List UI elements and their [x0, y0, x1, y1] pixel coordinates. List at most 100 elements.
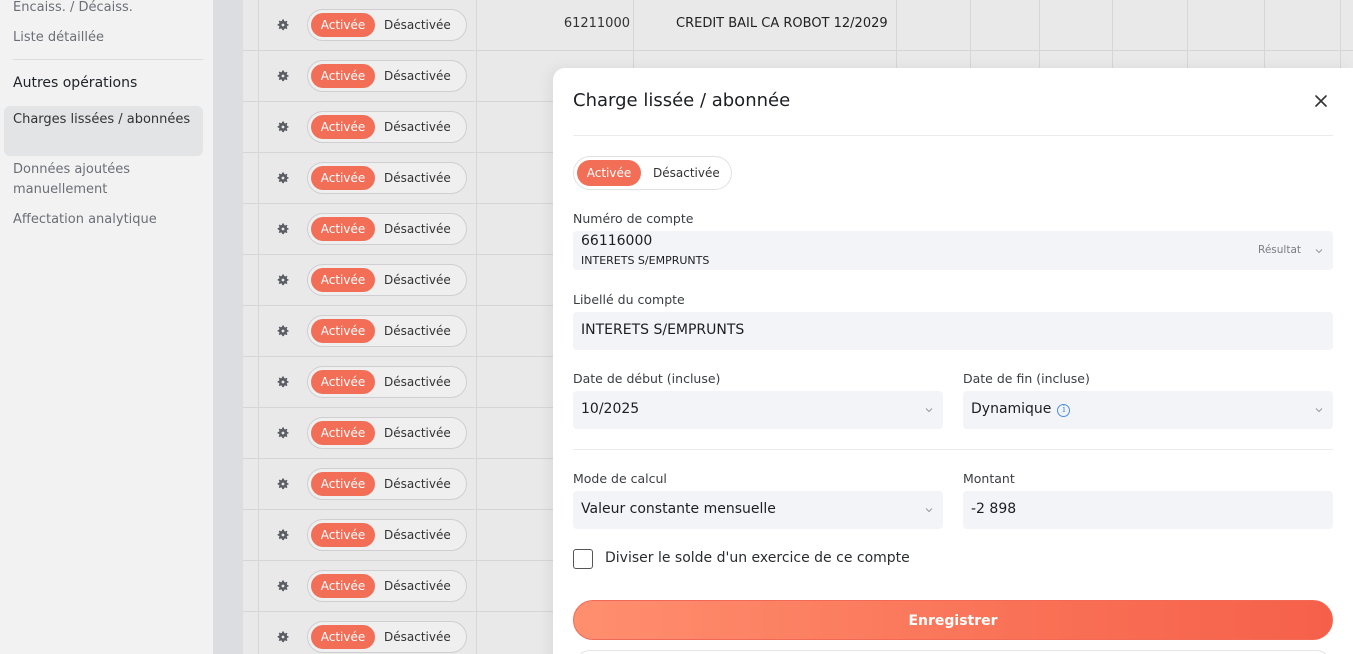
account-label-value: INTERETS S/EMPRUNTS [581, 322, 745, 338]
account-number-select[interactable]: 66116000 INTERETS S/EMPRUNTS Résultat [573, 231, 1333, 270]
sidebar-item-donnees-ajoutees[interactable]: Données ajoutées manuellement [13, 160, 203, 200]
gear-icon[interactable] [276, 119, 290, 133]
calc-mode-value: Valeur constante mensuelle [581, 501, 776, 517]
calc-mode-label: Mode de calcul [573, 471, 667, 486]
end-date-select[interactable]: Dynamique i [963, 391, 1333, 429]
row-toggle-off[interactable]: Désactivée [384, 217, 451, 241]
gear-icon[interactable] [276, 527, 290, 541]
gear-icon[interactable] [276, 221, 290, 235]
row-status-toggle[interactable]: Activée Désactivée [307, 519, 467, 551]
status-toggle-off[interactable]: Désactivée [653, 160, 720, 186]
row-toggle-on[interactable]: Activée [311, 370, 375, 394]
sidebar-item-charges-lissees[interactable]: Charges lissées / abonnées [4, 106, 203, 156]
gear-icon[interactable] [276, 272, 290, 286]
gear-icon[interactable] [276, 170, 290, 184]
start-date-value: 10/2025 [581, 401, 640, 417]
row-toggle-off[interactable]: Désactivée [384, 166, 451, 190]
row-account-number: 61211000 [563, 16, 630, 31]
sidebar-section-heading: Autres opérations [13, 75, 138, 91]
row-toggle-off[interactable]: Désactivée [384, 268, 451, 292]
row-toggle-off[interactable]: Désactivée [384, 523, 451, 547]
sidebar-item-liste-detaillee[interactable]: Liste détaillée [13, 28, 104, 48]
row-status-toggle[interactable]: Activée Désactivée [307, 570, 467, 602]
start-date-label: Date de début (incluse) [573, 371, 721, 386]
status-toggle-on[interactable]: Activée [577, 160, 641, 186]
row-toggle-on[interactable]: Activée [311, 115, 375, 139]
row-toggle-on[interactable]: Activée [311, 523, 375, 547]
account-label-input[interactable]: INTERETS S/EMPRUNTS [573, 312, 1333, 350]
gear-icon[interactable] [276, 323, 290, 337]
sidebar-item-label: Charges lissées / abonnées [13, 112, 191, 127]
row-toggle-on[interactable]: Activée [311, 625, 375, 649]
row-toggle-on[interactable]: Activée [311, 421, 375, 445]
row-status-toggle[interactable]: Activée Désactivée [307, 213, 467, 245]
row-status-toggle[interactable]: Activée Désactivée [307, 264, 467, 296]
row-toggle-off[interactable]: Désactivée [384, 13, 451, 37]
row-toggle-off[interactable]: Désactivée [384, 625, 451, 649]
row-toggle-off[interactable]: Désactivée [384, 472, 451, 496]
account-number-label: Numéro de compte [573, 211, 694, 226]
row-toggle-on[interactable]: Activée [311, 268, 375, 292]
chevron-down-icon [1315, 408, 1323, 413]
row-status-toggle[interactable]: Activée Désactivée [307, 162, 467, 194]
gear-icon[interactable] [276, 17, 290, 31]
gear-icon[interactable] [276, 629, 290, 643]
save-button[interactable]: Enregistrer [573, 600, 1333, 640]
table-row: Activée Désactivée 61211000 CREDIT BAIL CA … [243, 0, 1353, 51]
chevron-down-icon [925, 408, 933, 413]
calc-mode-select[interactable]: Valeur constante mensuelle [573, 491, 943, 529]
row-status-toggle[interactable]: Activée Désactivée [307, 9, 467, 41]
account-type-tag: Résultat [1258, 244, 1301, 256]
sidebar-item-encaiss[interactable]: Encaiss. / Décaiss. [13, 0, 133, 18]
row-toggle-on[interactable]: Activée [311, 574, 375, 598]
modal-header-divider [573, 135, 1333, 136]
row-status-toggle[interactable]: Activée Désactivée [307, 60, 467, 92]
close-icon[interactable] [1313, 93, 1329, 109]
gear-icon[interactable] [276, 476, 290, 490]
chevron-down-icon [925, 508, 933, 513]
row-status-toggle[interactable]: Activée Désactivée [307, 621, 467, 653]
row-status-toggle[interactable]: Activée Désactivée [307, 468, 467, 500]
split-balance-label: Diviser le solde d'un exercice de ce com… [605, 550, 910, 566]
form-divider [573, 449, 1333, 450]
end-date-label: Date de fin (incluse) [963, 371, 1090, 386]
row-status-toggle[interactable]: Activée Désactivée [307, 315, 467, 347]
info-icon[interactable]: i [1057, 404, 1071, 417]
account-number-sub: INTERETS S/EMPRUNTS [581, 254, 710, 267]
sidebar-item-affectation-analytique[interactable]: Affectation analytique [13, 210, 157, 230]
amount-input[interactable]: -2 898 [963, 491, 1333, 529]
row-toggle-off[interactable]: Désactivée [384, 421, 451, 445]
row-toggle-off[interactable]: Désactivée [384, 370, 451, 394]
sidebar: Encaiss. / Décaiss. Liste détaillée Autr… [0, 0, 213, 654]
gear-icon[interactable] [276, 68, 290, 82]
row-toggle-off[interactable]: Désactivée [384, 319, 451, 343]
row-toggle-on[interactable]: Activée [311, 472, 375, 496]
row-toggle-on[interactable]: Activée [311, 217, 375, 241]
row-status-toggle[interactable]: Activée Désactivée [307, 366, 467, 398]
secondary-button[interactable] [575, 650, 1331, 654]
account-label-label: Libellé du compte [573, 292, 685, 307]
content-gutter [213, 0, 243, 654]
row-toggle-on[interactable]: Activée [311, 319, 375, 343]
amount-value: -2 898 [971, 501, 1017, 517]
account-number-value: 66116000 [581, 233, 653, 249]
row-status-toggle[interactable]: Activée Désactivée [307, 111, 467, 143]
row-toggle-on[interactable]: Activée [311, 166, 375, 190]
status-toggle[interactable]: Activée Désactivée [573, 156, 732, 190]
row-toggle-off[interactable]: Désactivée [384, 574, 451, 598]
row-toggle-on[interactable]: Activée [311, 13, 375, 37]
gear-icon[interactable] [276, 578, 290, 592]
charge-modal: Charge lissée / abonnée Activée Désactiv… [553, 68, 1353, 654]
start-date-select[interactable]: 10/2025 [573, 391, 943, 429]
row-status-toggle[interactable]: Activée Désactivée [307, 417, 467, 449]
gear-icon[interactable] [276, 425, 290, 439]
row-toggle-on[interactable]: Activée [311, 64, 375, 88]
modal-title: Charge lissée / abonnée [573, 90, 791, 111]
sidebar-divider [13, 59, 203, 60]
end-date-value: Dynamique [971, 401, 1052, 417]
row-account-label: CREDIT BAIL CA ROBOT 12/2029 [676, 16, 888, 31]
row-toggle-off[interactable]: Désactivée [384, 64, 451, 88]
row-toggle-off[interactable]: Désactivée [384, 115, 451, 139]
gear-icon[interactable] [276, 374, 290, 388]
split-balance-checkbox[interactable] [573, 549, 593, 569]
